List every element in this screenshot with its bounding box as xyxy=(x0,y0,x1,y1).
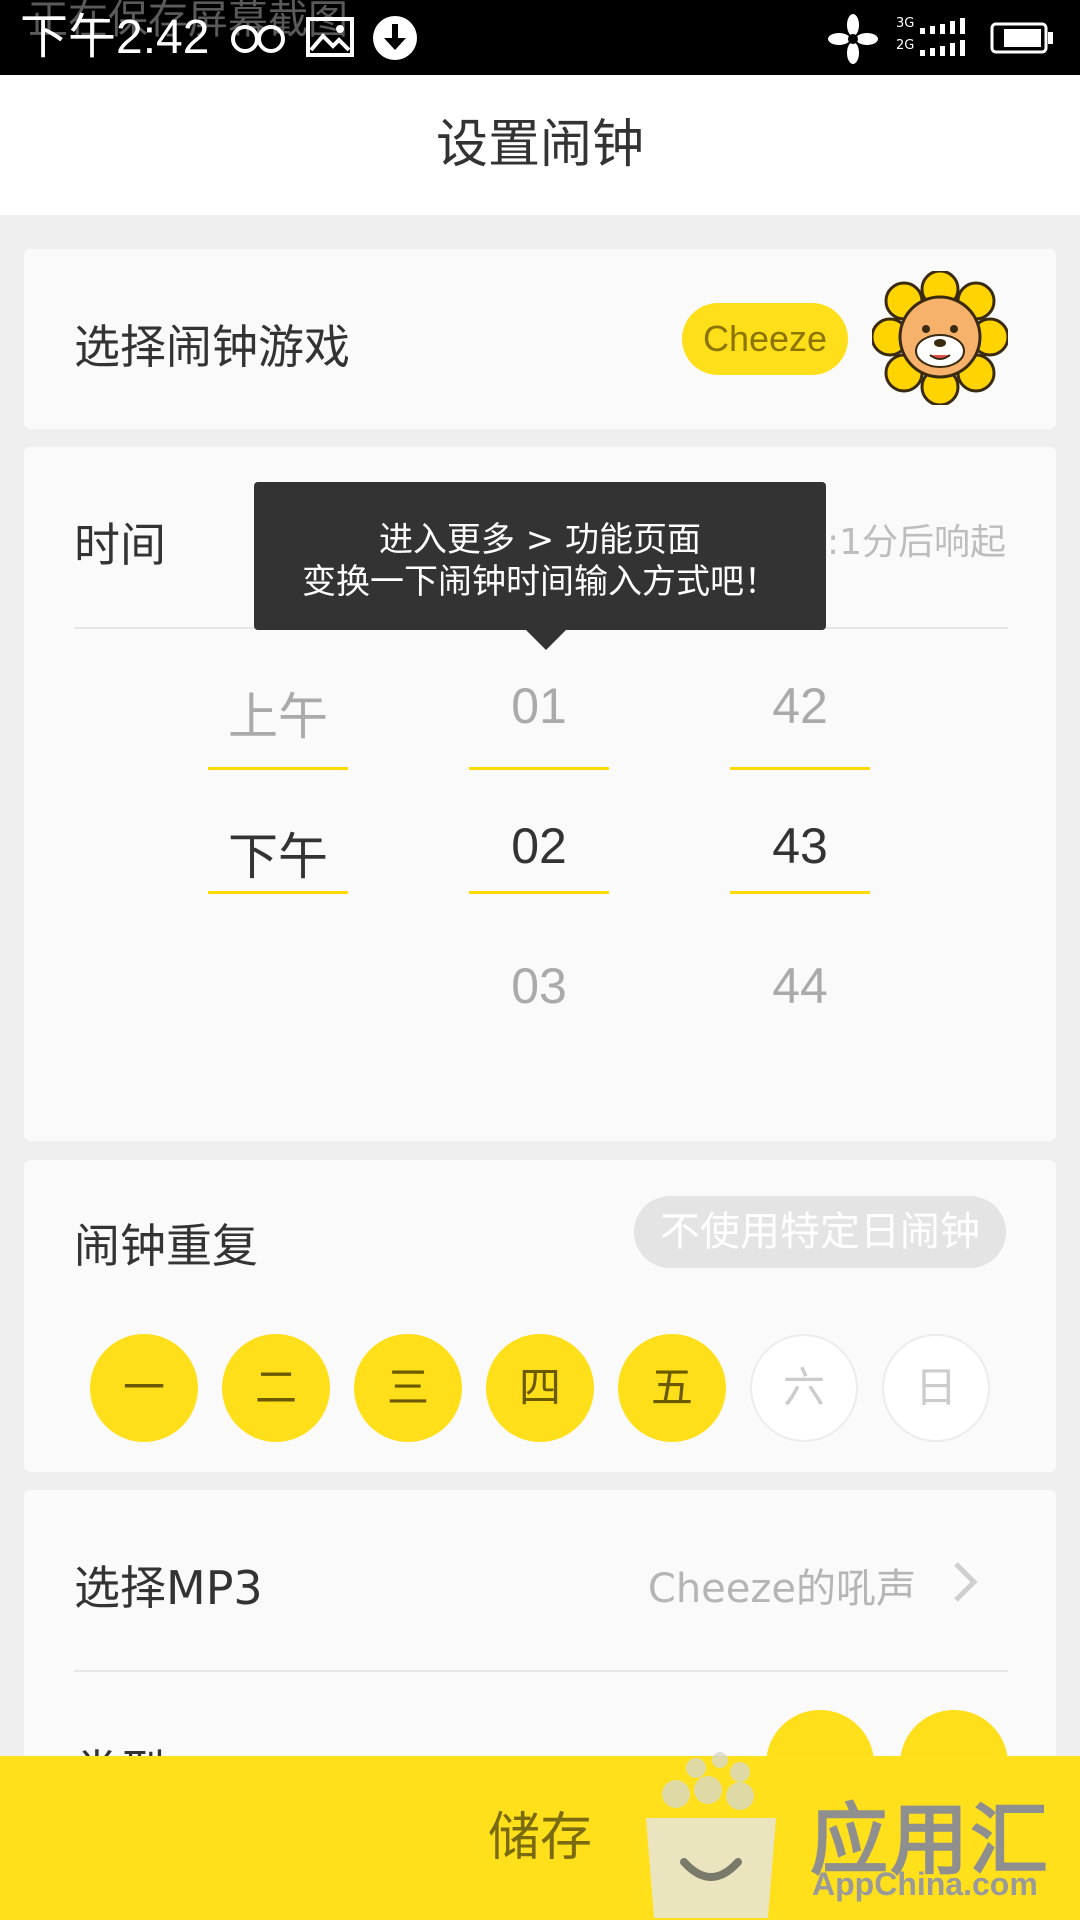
watermark-url: AppChina.com xyxy=(812,1866,1038,1902)
signal-icon: 3G 2G xyxy=(896,16,974,58)
minute-prev[interactable]: 42 xyxy=(730,677,870,735)
ampm-selected[interactable]: 下午 xyxy=(208,817,348,889)
save-bar[interactable]: 储存 应用汇 AppChina.com xyxy=(0,1752,1080,1920)
ampm-prev[interactable]: 上午 xyxy=(208,677,348,749)
hour-line-bottom xyxy=(469,891,609,894)
page-title: 设置闹钟 xyxy=(435,115,644,175)
title-bar: 设置闹钟 xyxy=(0,75,1080,215)
mp3-value[interactable]: Cheeze的吼声 xyxy=(648,1556,916,1614)
image-icon xyxy=(306,17,354,57)
ampm-line-top xyxy=(208,767,348,770)
sound-divider xyxy=(74,1670,1008,1672)
battery-icon xyxy=(990,22,1053,54)
sound-card: 选择MP3 Cheeze的吼声 类型 xyxy=(24,1490,1056,1818)
game-label: 选择闹钟游戏 xyxy=(74,320,350,374)
tooltip[interactable]: 进入更多 > 功能页面 变换一下闹钟时间输入方式吧！ xyxy=(254,482,826,650)
status-bar: 正在保存屏幕截图 下午2:42 3G 2G xyxy=(0,0,1080,75)
hour-next[interactable]: 03 xyxy=(469,957,609,1015)
tooltip-line-2: 变换一下闹钟时间输入方式吧！ xyxy=(302,562,778,602)
network-2g-label: 2G xyxy=(896,38,915,53)
day-mon[interactable]: 一 xyxy=(90,1334,198,1442)
minute-next[interactable]: 44 xyxy=(730,957,870,1015)
lion-mascot-icon[interactable] xyxy=(872,271,1008,405)
time-label: 时间 xyxy=(74,518,166,572)
ampm-line-bottom xyxy=(208,891,348,894)
day-tue[interactable]: 二 xyxy=(222,1334,330,1442)
hour-line-top xyxy=(469,767,609,770)
day-wed[interactable]: 三 xyxy=(354,1334,462,1442)
flower-icon xyxy=(828,14,878,64)
minute-line-top xyxy=(730,767,870,770)
hour-selected[interactable]: 02 xyxy=(469,817,609,875)
download-icon xyxy=(373,16,417,60)
shopping-bag-icon xyxy=(646,1752,776,1918)
repeat-label: 闹钟重复 xyxy=(74,1219,258,1273)
mp3-label: 选择MP3 xyxy=(74,1561,263,1615)
game-selected-pill[interactable]: Cheeze xyxy=(682,303,848,375)
tooltip-arrow xyxy=(526,630,566,650)
ampm-picker[interactable]: 上午 下午 xyxy=(208,677,348,1037)
minute-picker[interactable]: 42 43 44 xyxy=(730,677,870,1037)
hour-prev[interactable]: 01 xyxy=(469,677,609,735)
specific-day-button[interactable]: 不使用特定日闹钟 xyxy=(634,1196,1006,1268)
day-sat[interactable]: 六 xyxy=(750,1334,858,1442)
minute-line-bottom xyxy=(730,891,870,894)
day-fri[interactable]: 五 xyxy=(618,1334,726,1442)
game-card[interactable]: 选择闹钟游戏 Cheeze xyxy=(24,249,1056,429)
minute-selected[interactable]: 43 xyxy=(730,817,870,875)
status-time: 下午2:42 xyxy=(20,11,210,64)
infinity-icon xyxy=(231,25,285,53)
day-thu[interactable]: 四 xyxy=(486,1334,594,1442)
network-3g-label: 3G xyxy=(896,16,915,31)
chevron-right-icon[interactable] xyxy=(952,1560,978,1604)
day-sun[interactable]: 日 xyxy=(882,1334,990,1442)
repeat-card: 闹钟重复 不使用特定日闹钟 一 二 三 四 五 六 日 xyxy=(24,1160,1056,1472)
hour-picker[interactable]: 01 02 03 xyxy=(469,677,609,1037)
